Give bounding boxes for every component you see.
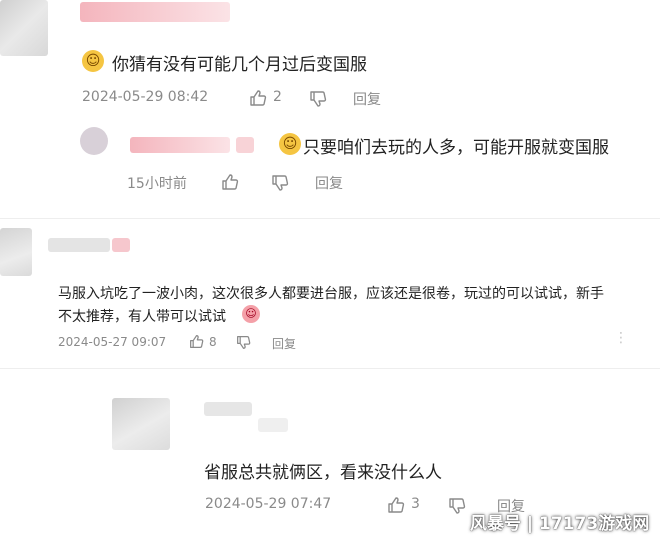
avatar[interactable] — [112, 398, 170, 450]
reply-text: 只要咱们去玩的人多，可能开服就变国服 — [303, 138, 609, 158]
reply-button[interactable]: 回复 — [272, 335, 296, 352]
cat-face-icon: ☺ — [82, 50, 104, 72]
shy-face-icon: ☺ — [242, 305, 260, 323]
comment-text-line-1: 马服入坑吃了一波小肉，这次很多人都要进台服，应该还是很卷，玩过的可以试试，新手 — [58, 286, 604, 302]
username[interactable] — [204, 402, 252, 416]
thumb-down-icon[interactable] — [309, 90, 327, 108]
comment-text: 省服总共就俩区，看来没什么人 — [204, 463, 442, 483]
comment-text-line-2: 不太推荐，有人带可以试试 — [58, 309, 226, 325]
username[interactable] — [80, 2, 230, 22]
reply-avatar[interactable] — [80, 127, 108, 155]
thumb-down-icon[interactable] — [271, 174, 289, 192]
thumb-down-icon[interactable] — [448, 497, 466, 515]
avatar[interactable] — [0, 228, 32, 276]
comment-timestamp: 2024-05-29 08:42 — [82, 89, 209, 105]
username-tag — [258, 418, 288, 432]
reply-username-tag — [236, 137, 254, 153]
avatar[interactable] — [0, 0, 48, 56]
like-count: 8 — [209, 335, 217, 349]
username-tag — [112, 238, 130, 252]
comment-timestamp: 2024-05-27 09:07 — [58, 335, 167, 349]
divider — [0, 218, 660, 219]
thumb-up-icon[interactable] — [249, 89, 267, 107]
watermark: 风暴号 | 17173游戏网 — [470, 514, 650, 534]
like-count: 3 — [411, 496, 420, 512]
thumb-up-icon[interactable] — [387, 496, 405, 514]
reply-button[interactable]: 回复 — [353, 89, 381, 109]
thumb-down-icon[interactable] — [236, 335, 251, 350]
cat-face-icon: ☺ — [279, 133, 301, 155]
username[interactable] — [48, 238, 110, 252]
reply-timestamp: 15小时前 — [127, 176, 187, 192]
like-count: 2 — [273, 89, 282, 105]
reply-button[interactable]: 回复 — [315, 173, 343, 193]
reply-username[interactable] — [130, 137, 230, 153]
thumb-up-icon[interactable] — [221, 173, 239, 191]
comment-text: 你猜有没有可能几个月过后变国服 — [112, 55, 367, 75]
divider — [0, 368, 660, 369]
comment-timestamp: 2024-05-29 07:47 — [205, 496, 332, 512]
thumb-up-icon[interactable] — [189, 334, 204, 349]
more-icon[interactable]: ⋮ — [614, 330, 628, 346]
